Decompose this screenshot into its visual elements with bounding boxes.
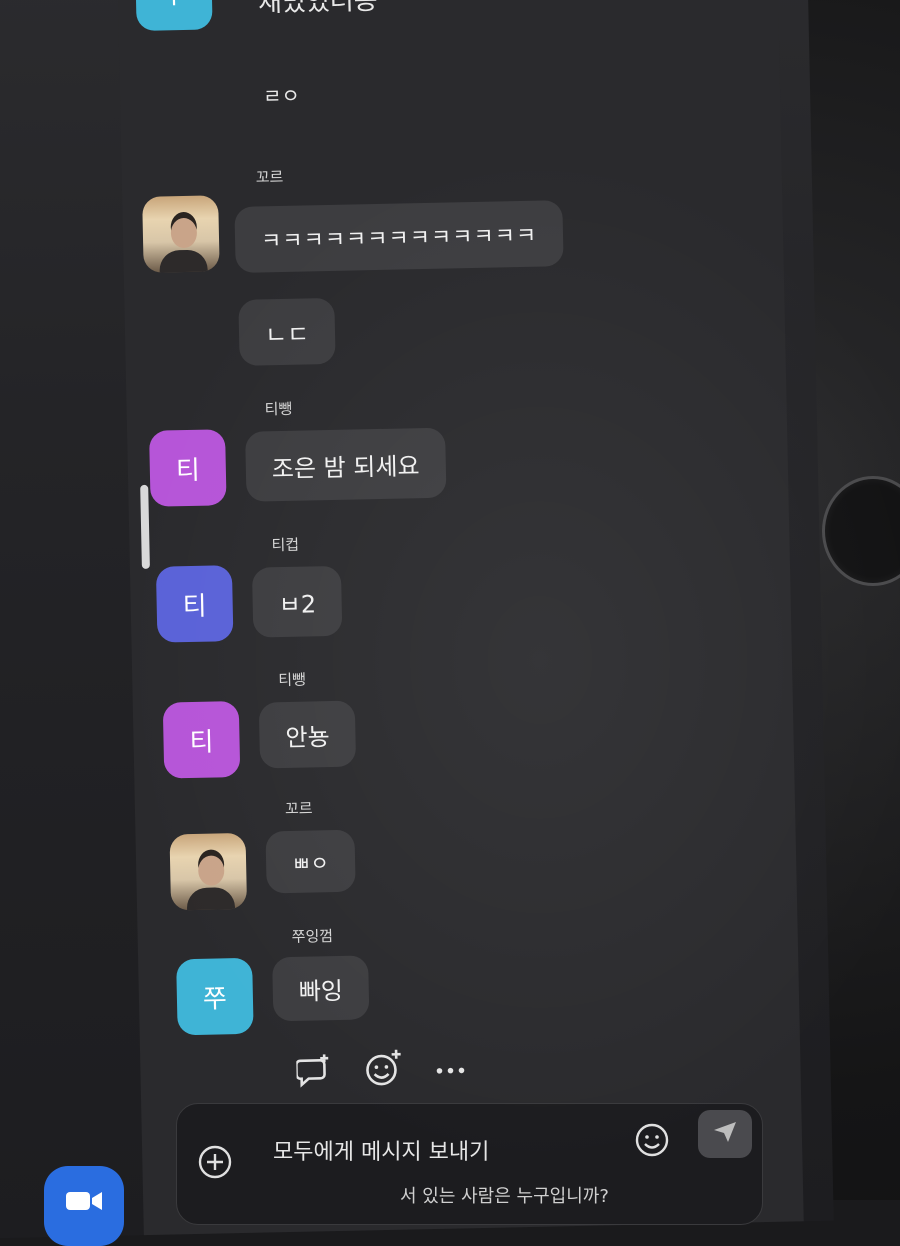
avatar-initial: 티 <box>189 727 214 758</box>
send-button[interactable] <box>698 1110 752 1158</box>
avatar-jjuinggum-top[interactable]: 쭈 <box>135 0 213 31</box>
avatar-tikeop[interactable]: 티 <box>155 565 234 643</box>
sender-name: 티컵 <box>271 535 300 555</box>
add-reaction-icon[interactable] <box>362 1046 407 1091</box>
message-bubble[interactable]: ㅋㅋㅋㅋㅋㅋㅋㅋㅋㅋㅋㅋㅋ <box>234 200 564 273</box>
sender-name: 꼬르 <box>284 799 313 819</box>
avatar-kkoreu[interactable] <box>142 195 220 273</box>
avatar-photo-body <box>186 887 236 911</box>
message-bubble[interactable]: 조은 밤 되세요 <box>245 427 447 502</box>
plus-icon[interactable] <box>197 1144 233 1184</box>
avatar-initial: 티 <box>182 591 207 622</box>
avatar-tippaeng[interactable]: 티 <box>162 700 241 779</box>
message-input[interactable]: 모두에게 메시지 보내기 <box>273 1134 489 1166</box>
message-bubble[interactable]: 빠잉 <box>272 955 370 1022</box>
screen: 쭈 재밌었더용 ㄹㅇ 꼬르 ㅋㅋㅋㅋㅋㅋㅋㅋㅋㅋㅋㅋㅋ ㄴㄷ 티뺑 티 조은 밤… <box>0 0 834 1239</box>
message-bubble[interactable]: ㅃㅇ <box>265 829 356 894</box>
avatar-photo-body <box>159 249 208 273</box>
avatar-kkoreu[interactable] <box>169 832 248 911</box>
chat-panel: 쭈 재밌었더용 ㄹㅇ 꼬르 ㅋㅋㅋㅋㅋㅋㅋㅋㅋㅋㅋㅋㅋ ㄴㄷ 티뺑 티 조은 밤… <box>117 0 804 1236</box>
message-bubble[interactable]: ㅂ2 <box>251 565 343 638</box>
sender-name: 쭈잉껌 <box>291 927 334 946</box>
message-text: 재밌었더용 <box>257 0 379 19</box>
avatar-initial: 쭈 <box>162 0 187 11</box>
avatar-photo-head <box>170 217 198 249</box>
reply-icon[interactable] <box>292 1049 337 1094</box>
sender-name: 티뺑 <box>264 399 293 419</box>
avatar-initial: 쭈 <box>202 983 228 1015</box>
send-icon <box>712 1120 738 1148</box>
message-text: ㄹㅇ <box>262 83 301 109</box>
hint-text: 서 있는 사람은 누구입니까? <box>400 1186 609 1207</box>
sender-name: 티뺑 <box>278 670 307 690</box>
avatar-initial: 티 <box>175 455 201 486</box>
message-bubble[interactable]: ㄴㄷ <box>238 297 336 366</box>
video-button[interactable] <box>44 1166 124 1246</box>
emoji-icon[interactable] <box>634 1122 670 1162</box>
avatar-photo-head <box>197 855 225 886</box>
message-bubble[interactable]: 안뇽 <box>258 700 357 769</box>
avatar-jjuinggum[interactable]: 쭈 <box>176 957 254 1036</box>
more-icon[interactable] <box>428 1048 473 1093</box>
video-icon <box>64 1188 104 1218</box>
avatar-tippaeng[interactable]: 티 <box>149 429 227 507</box>
sender-name: 꼬르 <box>255 167 284 187</box>
